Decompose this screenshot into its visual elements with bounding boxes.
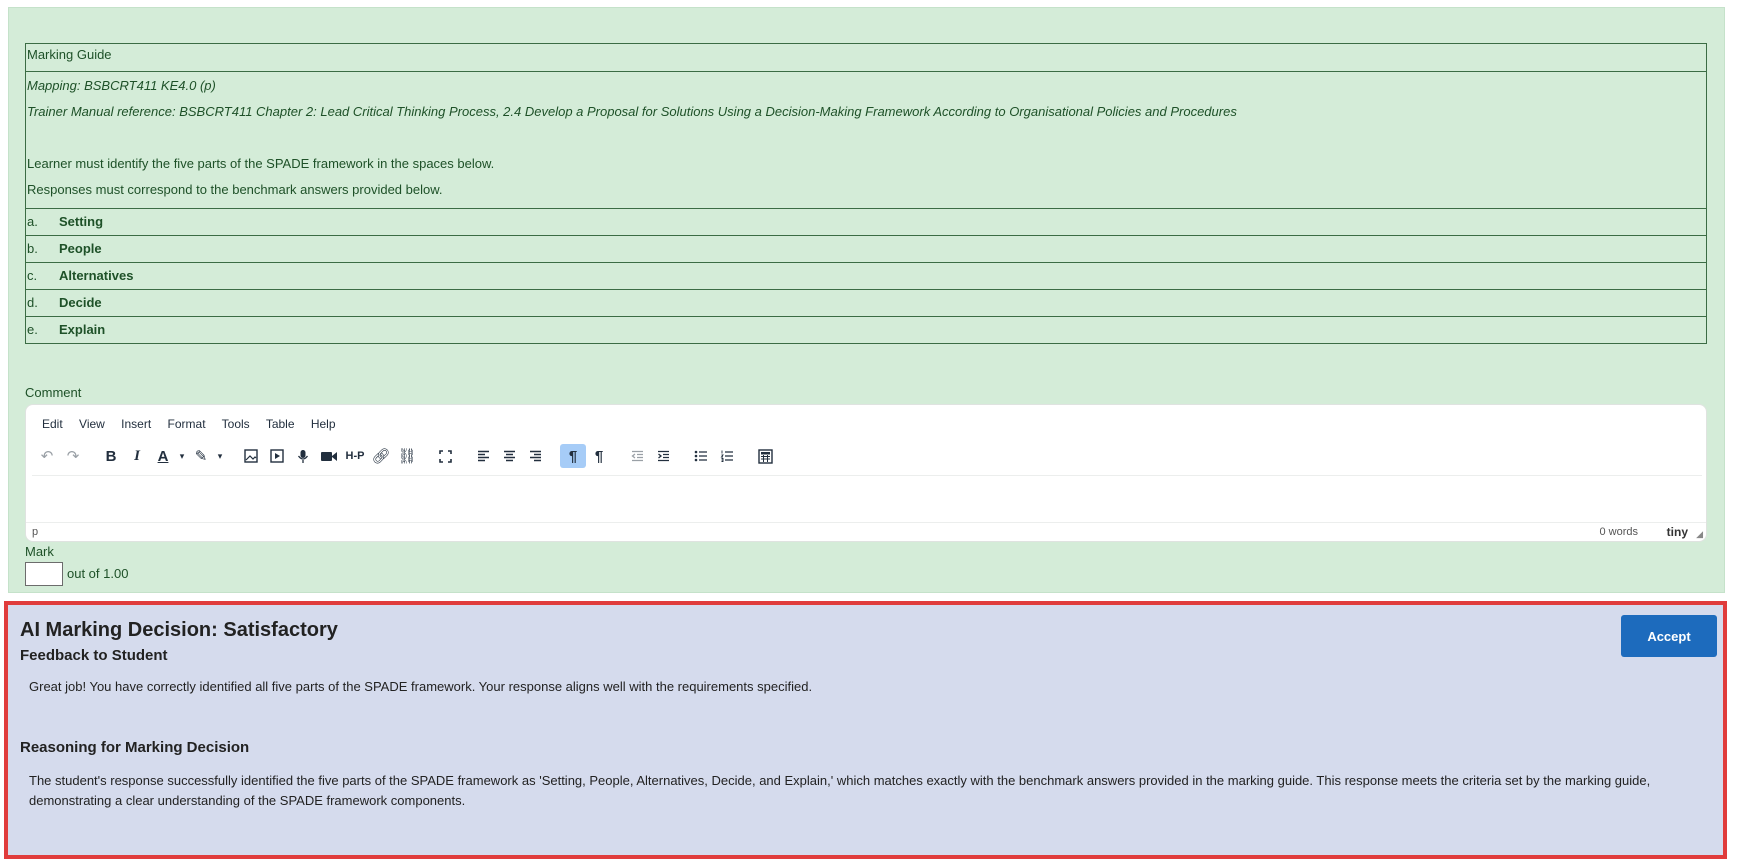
benchmark-item: a. Setting	[26, 208, 1706, 235]
align-right-icon[interactable]	[522, 444, 548, 468]
menu-format[interactable]: Format	[168, 417, 206, 431]
calculator-icon[interactable]	[752, 444, 778, 468]
mark-input[interactable]	[25, 562, 63, 586]
benchmark-item: b. People	[26, 235, 1706, 262]
fullscreen-icon[interactable]	[432, 444, 458, 468]
item-answer: People	[59, 241, 102, 256]
marking-guide-table: Marking Guide Mapping: BSBCRT411 KE4.0 (…	[25, 43, 1707, 344]
rtl-direction-icon[interactable]: ¶	[586, 444, 612, 468]
feedback-text: Great job! You have correctly identified…	[29, 679, 813, 694]
media-icon[interactable]	[264, 444, 290, 468]
comment-text-area[interactable]	[32, 475, 1702, 520]
bullet-list-icon[interactable]	[688, 444, 714, 468]
tiny-logo[interactable]: tiny	[1667, 525, 1688, 539]
marking-guide-body: Mapping: BSBCRT411 KE4.0 (p) Trainer Man…	[26, 71, 1706, 208]
instruction-text: Responses must correspond to the benchma…	[27, 182, 443, 197]
reasoning-text: The student's response successfully iden…	[29, 773, 1651, 808]
item-letter: b.	[27, 241, 38, 256]
element-path[interactable]: p	[32, 526, 38, 538]
editor-menubar: Edit View Insert Format Tools Table Help	[42, 417, 349, 431]
redo-icon[interactable]: ↷	[60, 444, 86, 468]
reasoning-heading: Reasoning for Marking Decision	[20, 739, 250, 756]
menu-tools[interactable]: Tools	[222, 417, 250, 431]
mark-label: Mark	[25, 544, 54, 559]
editor-statusbar: p 0 words tiny ◢	[26, 522, 1706, 541]
numbered-list-icon[interactable]	[714, 444, 740, 468]
item-answer: Alternatives	[59, 268, 134, 283]
indent-icon[interactable]	[650, 444, 676, 468]
align-left-icon[interactable]	[470, 444, 496, 468]
menu-edit[interactable]: Edit	[42, 417, 63, 431]
mark-out-of: out of 1.00	[67, 566, 129, 581]
unlink-icon[interactable]: ⛓︎	[394, 444, 420, 468]
ai-decision-panel: AI Marking Decision: Satisfactory Accept…	[4, 601, 1727, 859]
align-center-icon[interactable]	[496, 444, 522, 468]
bold-icon[interactable]: B	[98, 444, 124, 468]
h5p-icon[interactable]: H-P	[342, 444, 368, 468]
text-color-icon[interactable]: A	[150, 444, 176, 468]
chevron-down-icon[interactable]: ▾	[214, 444, 226, 468]
item-answer: Setting	[59, 214, 104, 229]
benchmark-item: d. Decide	[26, 289, 1706, 316]
menu-help[interactable]: Help	[311, 417, 336, 431]
highlight-color-icon[interactable]: ✎	[188, 444, 214, 468]
item-letter: d.	[27, 295, 38, 310]
item-answer: Decide	[59, 295, 102, 310]
editor-toolbar: ↶ ↷ B I A ▾ ✎ ▾ H-P 🔗︎ ⛓︎ ¶ ¶	[34, 443, 778, 469]
microphone-icon[interactable]	[290, 444, 316, 468]
resize-handle-icon[interactable]: ◢	[1696, 529, 1703, 540]
instruction-text: Learner must identify the five parts of …	[27, 156, 495, 171]
ltr-direction-icon[interactable]: ¶	[560, 444, 586, 468]
accept-button[interactable]: Accept	[1621, 615, 1717, 657]
menu-table[interactable]: Table	[266, 417, 295, 431]
trainer-reference-text: Trainer Manual reference: BSBCRT411 Chap…	[27, 104, 1237, 119]
video-camera-icon[interactable]	[316, 444, 342, 468]
marking-guide-title: Marking Guide	[27, 47, 112, 62]
menu-view[interactable]: View	[79, 417, 105, 431]
item-letter: c.	[27, 268, 38, 283]
item-letter: e.	[27, 322, 38, 337]
chevron-down-icon[interactable]: ▾	[176, 444, 188, 468]
link-icon[interactable]: 🔗︎	[368, 444, 394, 468]
mapping-text: Mapping: BSBCRT411 KE4.0 (p)	[27, 78, 216, 93]
benchmark-item: e. Explain	[26, 316, 1706, 343]
italic-icon[interactable]: I	[124, 444, 150, 468]
item-letter: a.	[27, 214, 38, 229]
word-count[interactable]: 0 words	[1599, 526, 1638, 538]
comment-label: Comment	[25, 385, 82, 400]
feedback-heading: Feedback to Student	[20, 647, 168, 664]
menu-insert[interactable]: Insert	[121, 417, 151, 431]
undo-icon[interactable]: ↶	[34, 444, 60, 468]
benchmark-item: c. Alternatives	[26, 262, 1706, 289]
item-answer: Explain	[59, 322, 106, 337]
comment-editor: Edit View Insert Format Tools Table Help…	[25, 404, 1707, 542]
image-icon[interactable]	[238, 444, 264, 468]
ai-decision-title: AI Marking Decision: Satisfactory	[20, 619, 338, 641]
outdent-icon[interactable]	[624, 444, 650, 468]
